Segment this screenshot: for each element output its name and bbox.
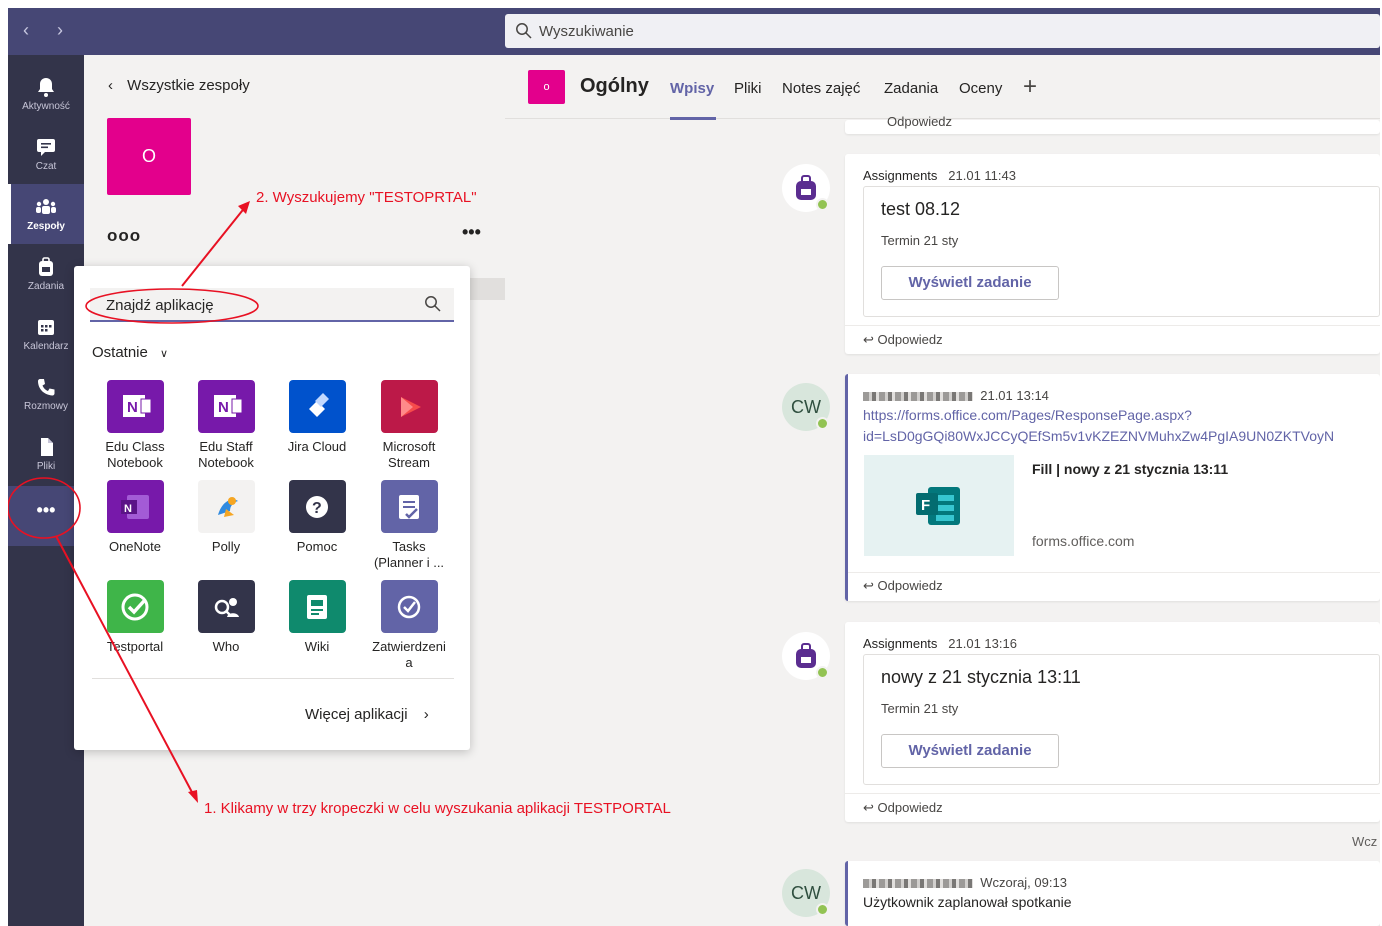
annotation-overlay	[8, 201, 259, 803]
annotation-arrow-1	[55, 535, 195, 797]
annotation-arrowhead-1	[188, 790, 198, 803]
annotation-step-1: 1. Klikamy w trzy kropeczki w celu wyszu…	[204, 800, 671, 817]
annotation-step-2: 2. Wyszukujemy "TESTOPRTAL"	[256, 189, 477, 206]
annotation-arrowhead-2	[238, 201, 250, 214]
annotation-arrow-2	[181, 205, 247, 287]
annotation-circle-search	[85, 288, 259, 324]
teams-window: ‹ › Wyszukiwanie Aktywność Czat Zespoły …	[8, 8, 1380, 926]
annotation-circle-more	[8, 477, 81, 539]
